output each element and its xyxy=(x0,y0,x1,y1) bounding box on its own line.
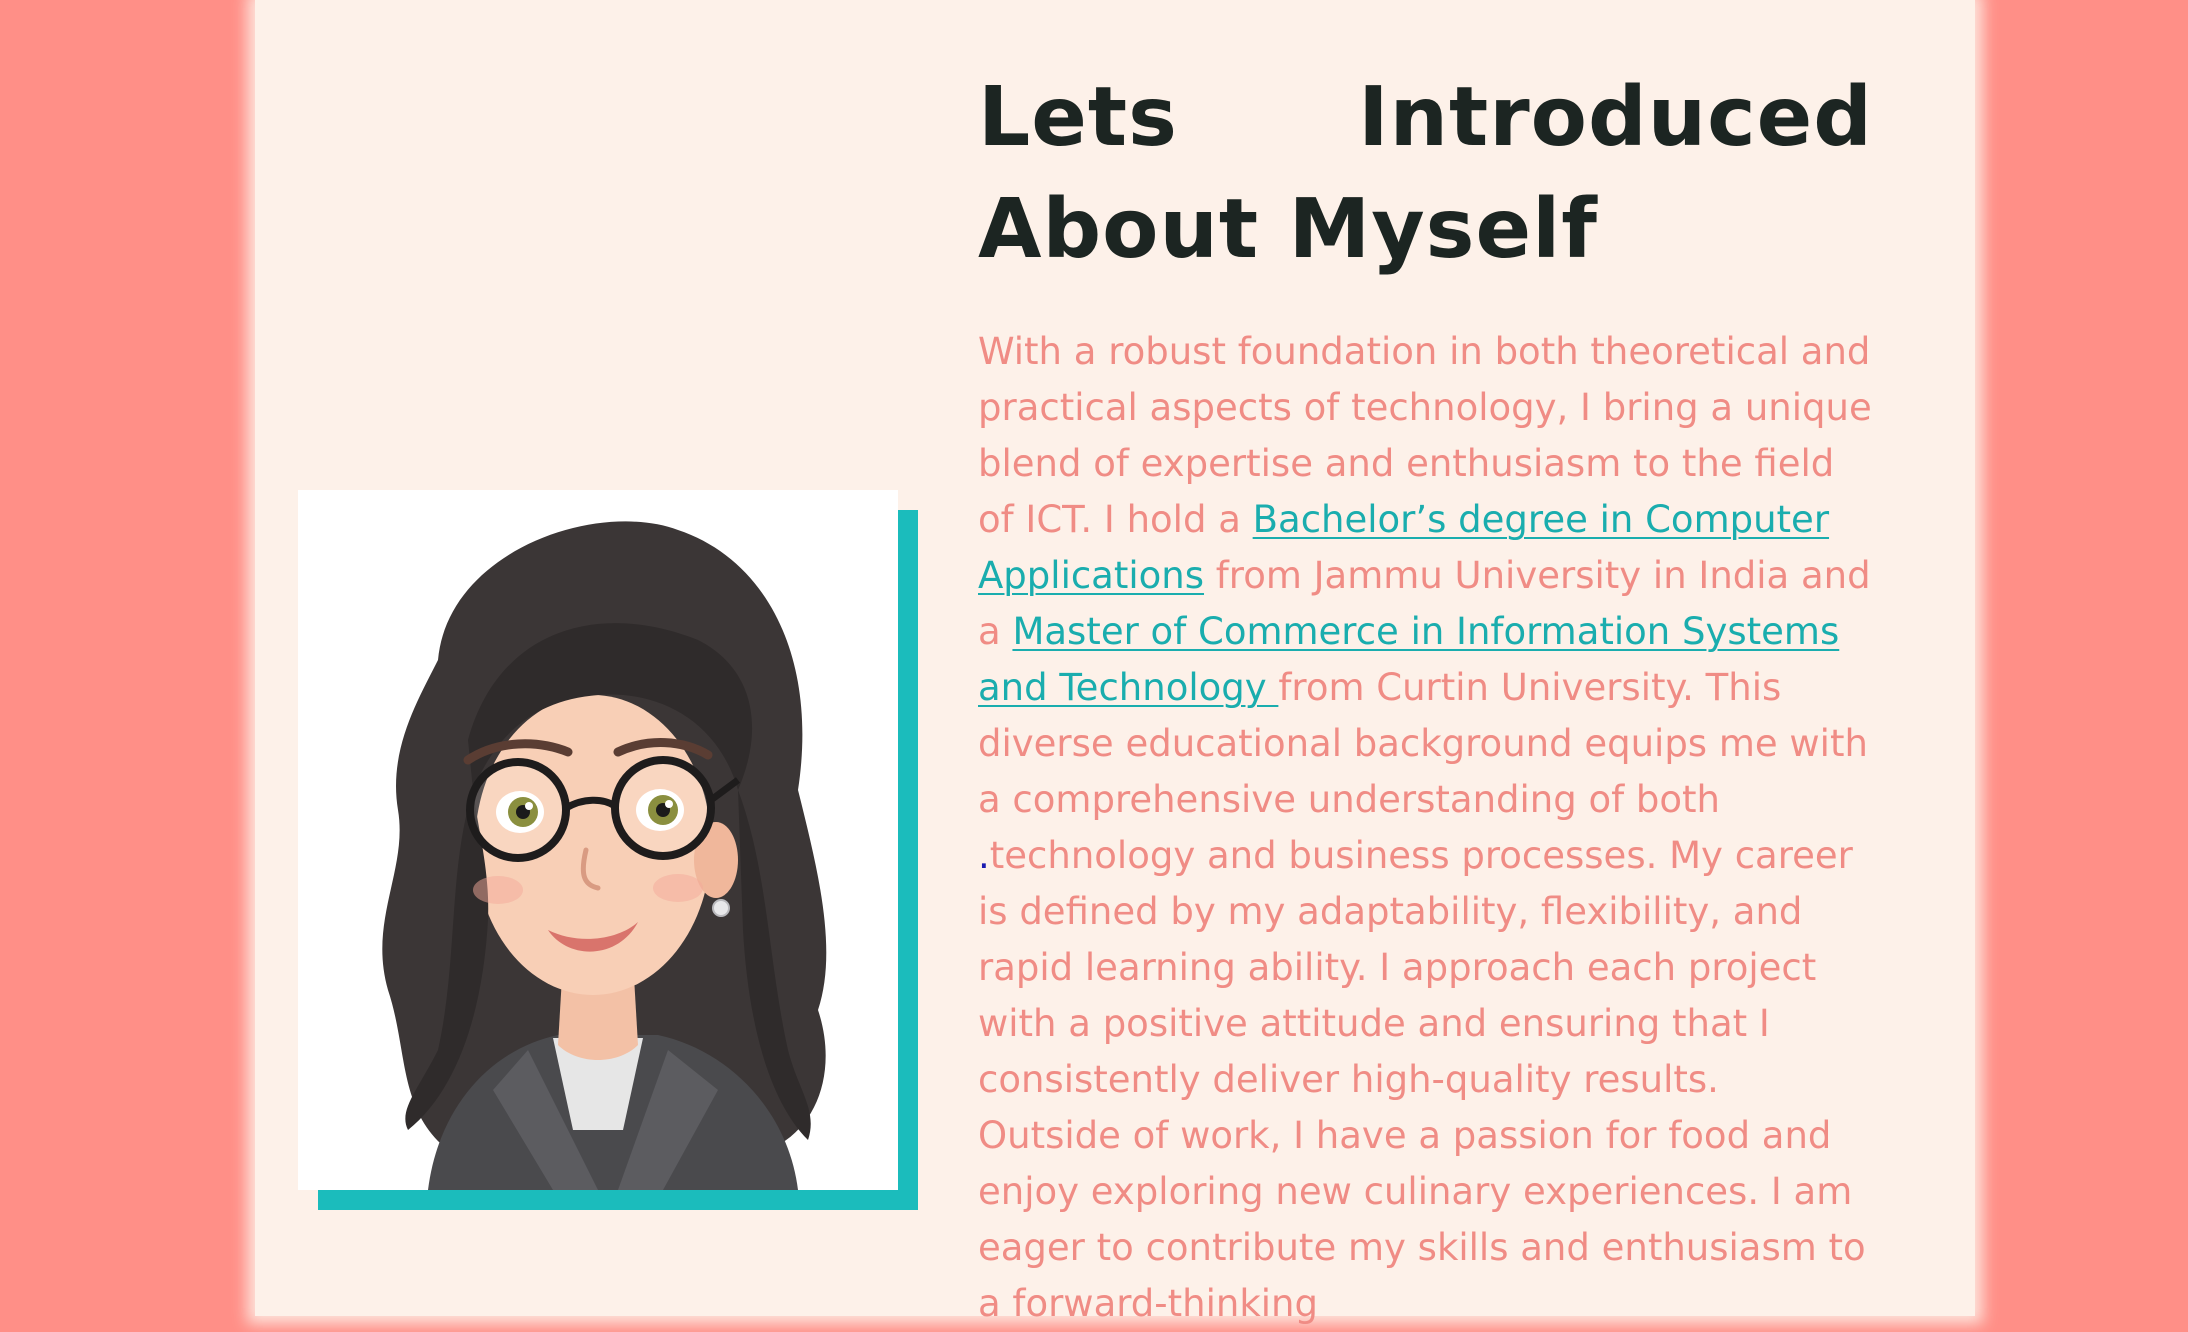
avatar-illustration-icon xyxy=(382,521,827,1190)
page-title: Lets Introduced About Myself xyxy=(978,70,1873,277)
intro-paragraph: With a robust foundation in both theoret… xyxy=(978,324,1873,1332)
inline-dot: . xyxy=(978,834,990,877)
profile-avatar-image xyxy=(298,490,898,1190)
about-section: Lets Introduced About Myself With a robu… xyxy=(978,62,1873,1332)
intro-text-4: technology and business processes. My ca… xyxy=(978,834,1866,1325)
